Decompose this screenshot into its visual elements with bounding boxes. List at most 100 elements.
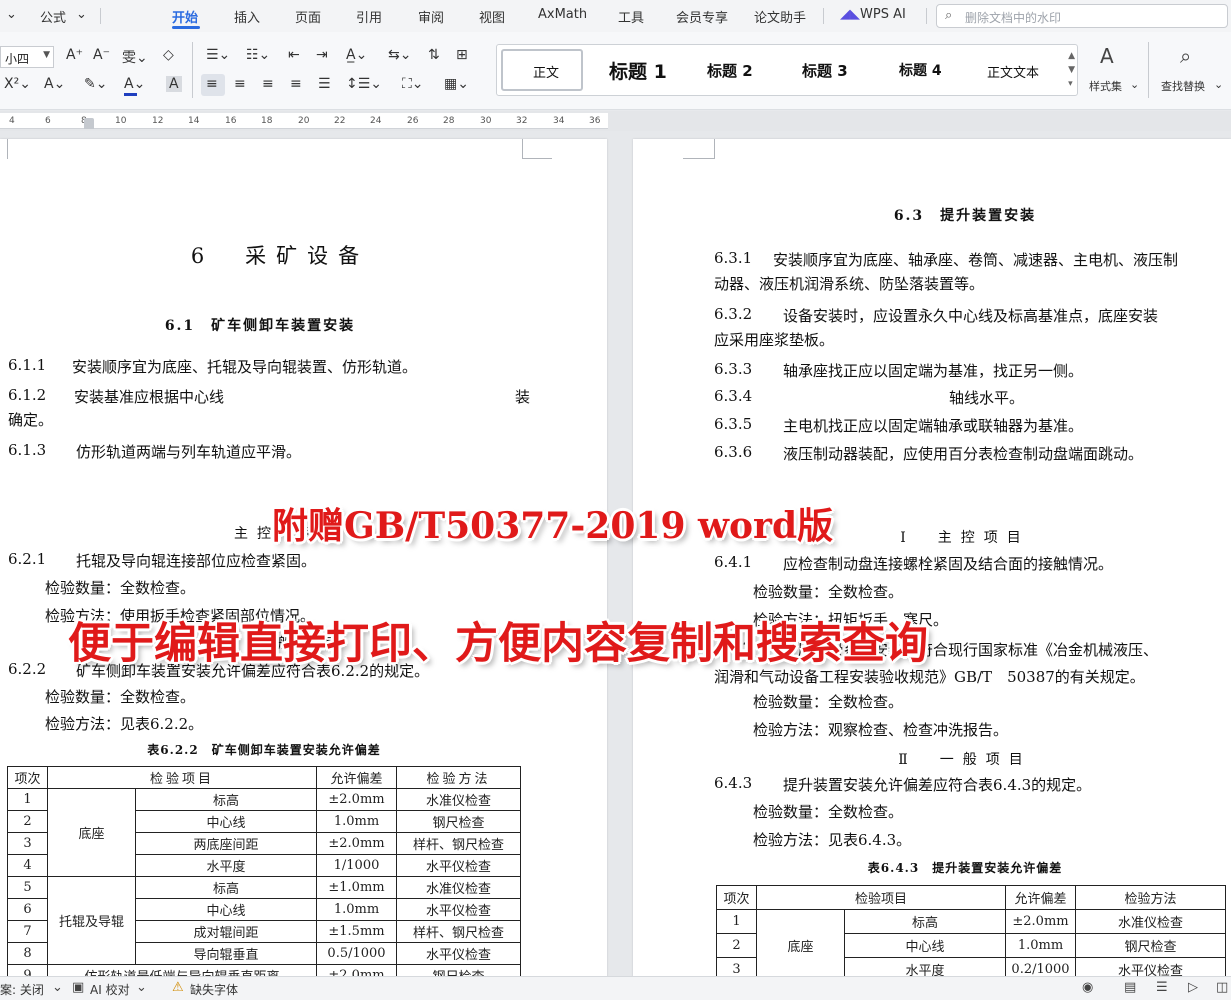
text-effect-icon[interactable]: A⌄ bbox=[44, 76, 65, 92]
page-view-icon[interactable]: ▤ bbox=[1124, 980, 1136, 995]
line-spacing-icon[interactable]: ↕☰⌄ bbox=[346, 76, 382, 92]
grow-font-icon[interactable]: A⁺ bbox=[66, 47, 83, 63]
phonetic-guide-icon[interactable]: 雯⌄ bbox=[122, 47, 148, 67]
ruler-tick: 28 bbox=[443, 116, 455, 126]
show-marks-icon[interactable]: ⊞ bbox=[456, 47, 468, 63]
tab-member[interactable]: 会员专享 bbox=[676, 7, 728, 26]
align-left-icon[interactable]: ≡ bbox=[206, 76, 218, 92]
chevron-down-icon[interactable]: ⌄ bbox=[136, 980, 147, 995]
align-right-icon[interactable]: ≡ bbox=[262, 76, 274, 92]
decrease-indent-icon[interactable]: ⇤ bbox=[288, 47, 300, 63]
indent-marker[interactable] bbox=[84, 118, 94, 129]
ai-check-button[interactable]: AI 校对 bbox=[90, 981, 130, 998]
tab-wps-ai[interactable]: WPS AI bbox=[860, 7, 906, 22]
table-cell: ±2.0mm bbox=[1005, 909, 1076, 934]
wps-ai-icon[interactable]: ◢◣ bbox=[840, 7, 860, 22]
style-heading-3[interactable]: 标题 3 bbox=[802, 60, 848, 81]
shading-icon[interactable]: ⛶⌄ bbox=[402, 76, 424, 92]
style-heading-2[interactable]: 标题 2 bbox=[707, 60, 753, 81]
tab-tools[interactable]: 工具 bbox=[618, 7, 644, 26]
border-icon[interactable]: ▦⌄ bbox=[444, 76, 469, 92]
tab-insert[interactable]: 插入 bbox=[234, 7, 260, 26]
ruler-track[interactable]: 4 6 8 10 12 14 16 18 20 22 24 26 28 30 3… bbox=[0, 113, 608, 129]
chevron-down-icon[interactable]: ⌄ bbox=[52, 980, 63, 995]
style-heading-4[interactable]: 标题 4 bbox=[899, 60, 942, 80]
inspection-quantity: 检验数量：全数检查。 bbox=[753, 583, 904, 601]
clause-text: 应检查制动盘连接螺栓紧固及结合面的接触情况。 bbox=[783, 555, 1114, 573]
highlight-icon[interactable]: ✎⌄ bbox=[84, 76, 107, 92]
web-view-icon[interactable]: ◫ bbox=[1216, 980, 1228, 995]
play-icon[interactable]: ▷ bbox=[1188, 980, 1198, 995]
ribbon-divider bbox=[192, 42, 193, 98]
align-center-icon[interactable]: ≡ bbox=[234, 76, 246, 92]
table-header: 允许偏差 bbox=[316, 766, 397, 789]
distributed-icon[interactable]: ☰ bbox=[318, 76, 331, 92]
font-color-swatch bbox=[124, 93, 137, 96]
clear-format-icon[interactable]: ◇ bbox=[163, 47, 174, 63]
font-color-icon[interactable]: A⌄ bbox=[124, 76, 145, 92]
format-painter-icon[interactable]: ⌄ bbox=[6, 7, 17, 22]
search-icon[interactable]: ⌕ bbox=[1180, 44, 1191, 68]
document-area[interactable]: 6 采矿设备 6.1 矿车侧卸车装置安装 6.1.1 安装顺序宜为底座、托辊及导… bbox=[0, 131, 1231, 976]
numbered-list-icon[interactable]: ☷⌄ bbox=[246, 47, 270, 63]
ruler-tick: 14 bbox=[188, 116, 200, 126]
ruler-tick: 18 bbox=[261, 116, 273, 126]
active-tab-indicator bbox=[172, 26, 200, 29]
chevron-down-icon[interactable]: ⌄ bbox=[1214, 78, 1223, 91]
style-normal[interactable]: 正文 bbox=[533, 62, 559, 81]
table-cell: 中心线 bbox=[135, 898, 317, 921]
tab-axmath[interactable]: AxMath bbox=[538, 7, 587, 22]
style-set-label[interactable]: 样式集 bbox=[1089, 78, 1122, 94]
formula-menu[interactable]: 公式 bbox=[40, 7, 66, 26]
superscript-icon[interactable]: X²⌄ bbox=[4, 76, 31, 92]
status-label[interactable]: 案: 关闭 bbox=[0, 981, 44, 998]
tab-view[interactable]: 视图 bbox=[479, 7, 505, 26]
table-cell: 水平仪检查 bbox=[396, 854, 521, 877]
clause-number: 6.1.2 bbox=[8, 386, 47, 404]
tab-home[interactable]: 开始 bbox=[172, 7, 198, 26]
style-body-text[interactable]: 正文文本 bbox=[987, 62, 1039, 81]
tab-references[interactable]: 引用 bbox=[356, 7, 382, 26]
ruler-tick: 24 bbox=[370, 116, 382, 126]
chevron-down-icon[interactable]: ⌄ bbox=[1130, 78, 1139, 91]
bullet-list-icon[interactable]: ☰⌄ bbox=[206, 47, 230, 63]
table-cell: 钢尺检查 bbox=[1075, 933, 1226, 958]
promo-banner-line-1: 附赠GB/T50377-2019 word版 bbox=[272, 505, 834, 547]
style-set-icon[interactable]: A bbox=[1100, 44, 1114, 68]
clause-number: 6.2.2 bbox=[8, 660, 47, 678]
font-size-select[interactable]: 小四 ▼ bbox=[0, 46, 54, 68]
chevron-down-icon[interactable]: ⌄ bbox=[76, 7, 87, 22]
missing-font-button[interactable]: 缺失字体 bbox=[190, 981, 238, 998]
ruler-tick: 4 bbox=[9, 116, 15, 126]
find-replace-label[interactable]: 查找替换 bbox=[1161, 78, 1205, 94]
eye-icon[interactable]: ◉ bbox=[1082, 980, 1093, 995]
table-cell: 中心线 bbox=[135, 810, 317, 833]
table-cell: 标高 bbox=[844, 909, 1006, 934]
tab-page[interactable]: 页面 bbox=[295, 7, 321, 26]
shrink-font-icon[interactable]: A⁻ bbox=[93, 47, 110, 63]
chinese-layout-icon[interactable]: A̲⌄ bbox=[346, 47, 367, 63]
justify-icon[interactable]: ≡ bbox=[290, 76, 302, 92]
text-direction-icon[interactable]: ⇆⌄ bbox=[388, 47, 411, 63]
increase-indent-icon[interactable]: ⇥ bbox=[316, 47, 328, 63]
table-header-row: 项次 检验项目 允许偏差 检验方法 bbox=[7, 766, 521, 789]
style-heading-1[interactable]: 标题 1 bbox=[609, 57, 667, 84]
tab-review[interactable]: 审阅 bbox=[418, 7, 444, 26]
inspection-quantity: 检验数量：全数检查。 bbox=[45, 579, 196, 597]
page-left[interactable]: 6 采矿设备 6.1 矿车侧卸车装置安装 6.1.1 安装顺序宜为底座、托辊及导… bbox=[0, 139, 607, 976]
outline-view-icon[interactable]: ☰ bbox=[1156, 980, 1168, 995]
search-input[interactable]: ⌕ 删除文档中的水印 bbox=[936, 4, 1228, 28]
page-right[interactable]: 6.3 提升装置安装 6.3.1 安装顺序宜为底座、轴承座、卷筒、减速器、主电机… bbox=[633, 139, 1231, 976]
ruler-tick: 6 bbox=[45, 116, 51, 126]
table-group-cell: 托辊及导辊 bbox=[47, 876, 136, 965]
table-cell: 水平度 bbox=[135, 854, 317, 877]
tab-thesis-assistant[interactable]: 论文助手 bbox=[754, 7, 806, 26]
ruler-tick: 20 bbox=[298, 116, 310, 126]
table-caption: 表6.4.3 提升装置安装允许偏差 bbox=[867, 861, 1063, 875]
table-header: 检验项目 bbox=[756, 885, 1006, 910]
table-cell: 钢尺检查 bbox=[396, 964, 521, 976]
gallery-scroll[interactable]: ▲ ▼ ▾ bbox=[1068, 49, 1075, 91]
table-cell: 钢尺检查 bbox=[396, 810, 521, 833]
char-shading-icon[interactable]: A bbox=[166, 76, 182, 92]
sort-icon[interactable]: ⇅ bbox=[428, 47, 440, 63]
